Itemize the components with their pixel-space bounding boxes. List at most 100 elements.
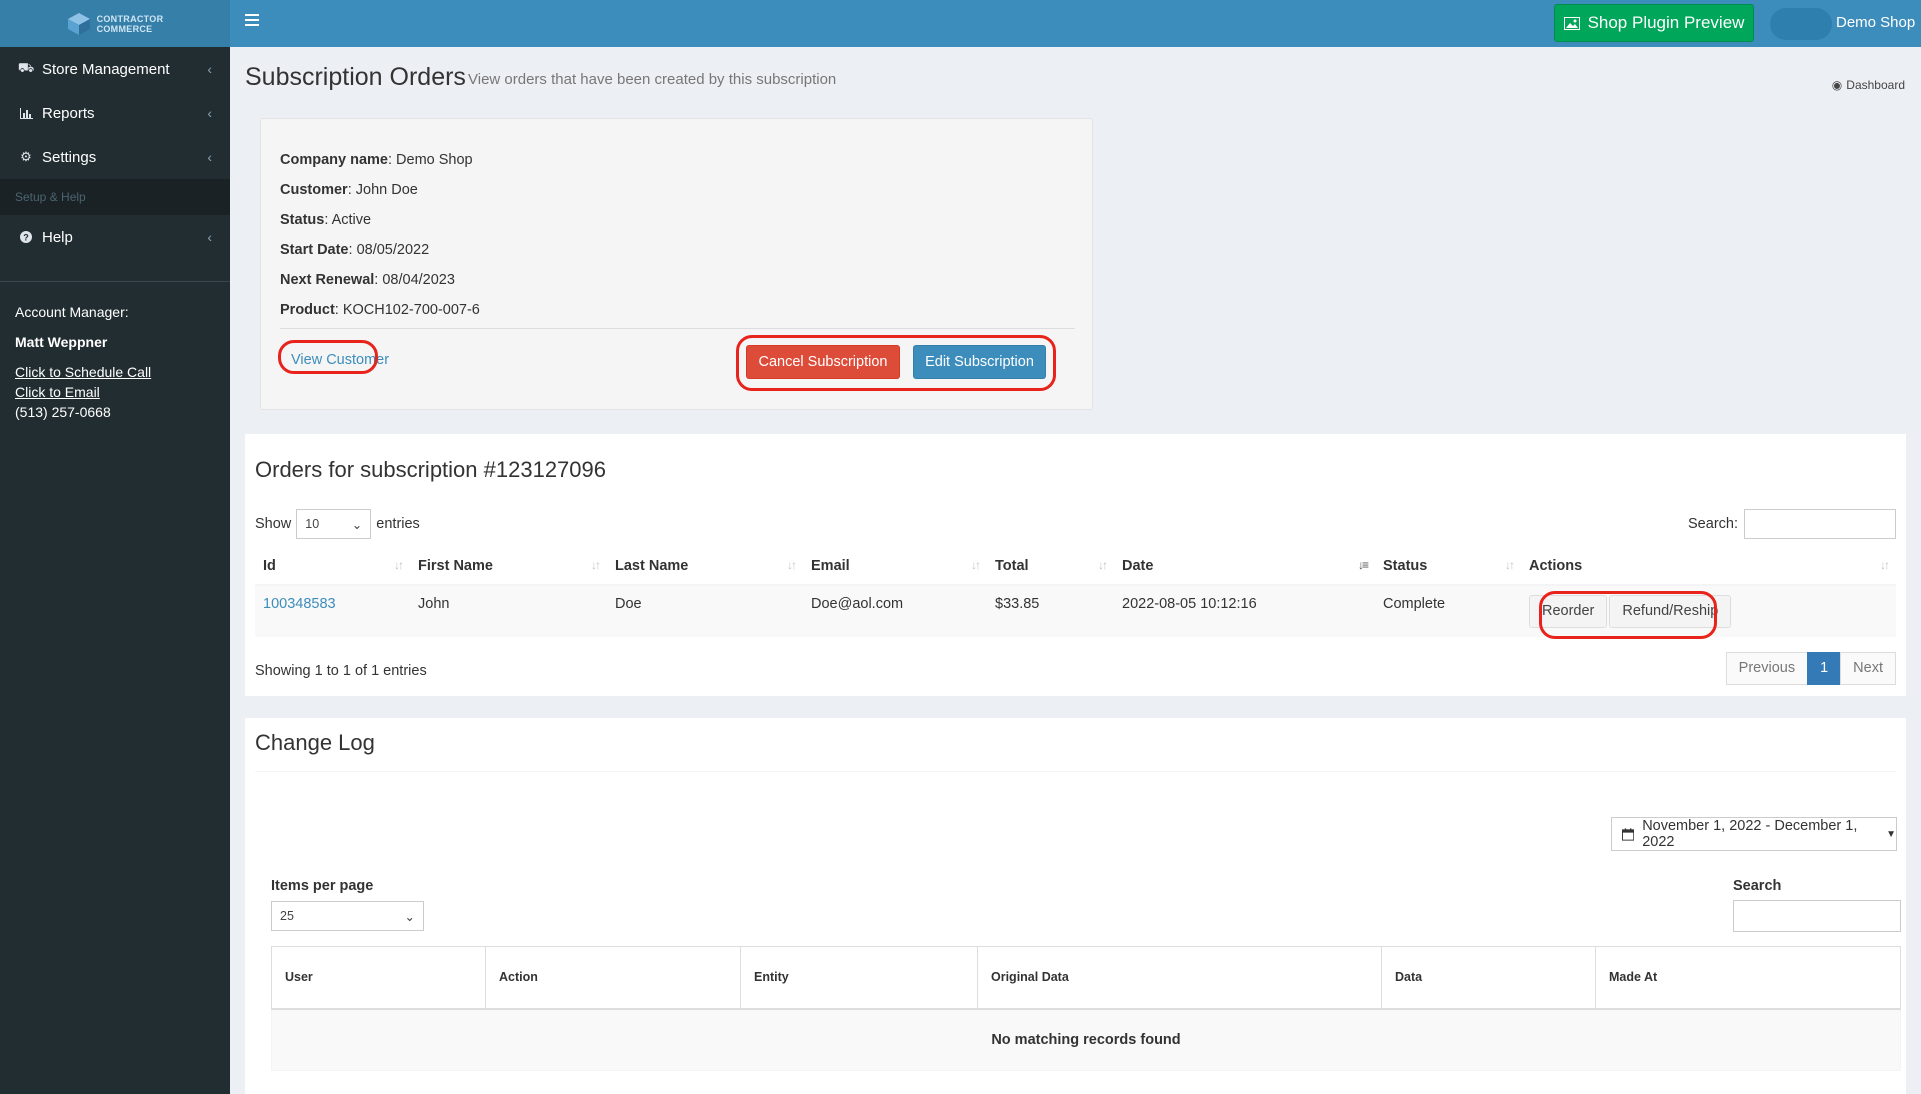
- customer-row: Customer: John Doe: [280, 182, 418, 198]
- user-menu-name[interactable]: Demo Shop: [1836, 14, 1915, 31]
- column-header-date[interactable]: Date ↓≡: [1114, 547, 1375, 586]
- avatar[interactable]: [1770, 8, 1832, 40]
- divider: [280, 328, 1075, 329]
- date-range-picker[interactable]: November 1, 2022 - December 1, 2022 ▼: [1611, 817, 1897, 851]
- start-date-row: Start Date: 08/05/2022: [280, 242, 430, 258]
- sidebar-item-reports[interactable]: Reports ‹: [0, 91, 230, 135]
- main-content: Subscription Orders View orders that hav…: [230, 47, 1921, 1094]
- menu-toggle-icon[interactable]: [245, 14, 259, 26]
- column-header-email[interactable]: Email ↓↑: [803, 547, 987, 586]
- chevron-down-icon: ⌄: [351, 517, 363, 532]
- column-header-user[interactable]: User: [271, 946, 486, 1010]
- sidebar: CONTRACTOR COMMERCE ⛟ Store Management ‹…: [0, 0, 230, 1094]
- reorder-button[interactable]: Reorder: [1529, 595, 1608, 628]
- chevron-left-icon: ‹: [207, 61, 212, 77]
- items-per-page-value: 25: [280, 909, 294, 923]
- cancel-subscription-button[interactable]: Cancel Subscription: [746, 345, 900, 379]
- sidebar-item-label: Reports: [42, 104, 95, 122]
- image-icon: [1563, 16, 1580, 30]
- column-header-status[interactable]: Status ↓↑: [1375, 547, 1521, 586]
- sidebar-item-store-management[interactable]: ⛟ Store Management ‹: [0, 47, 230, 91]
- account-manager-name: Matt Weppner: [15, 334, 108, 350]
- top-navbar: Shop Plugin Preview Demo Shop: [230, 0, 1921, 47]
- caret-down-icon: ▼: [1886, 828, 1896, 840]
- status-row: Status: Active: [280, 212, 372, 228]
- account-manager-phone: (513) 257-0668: [15, 404, 111, 420]
- column-header-original-data[interactable]: Original Data: [977, 946, 1382, 1010]
- account-manager-title: Account Manager:: [15, 304, 129, 320]
- sort-icon: ↓↑: [1880, 558, 1890, 572]
- sidebar-item-label: Settings: [42, 148, 97, 166]
- change-log-title: Change Log: [255, 730, 375, 755]
- next-page-button[interactable]: Next: [1840, 652, 1896, 685]
- cell-last-name: Doe: [607, 584, 803, 637]
- date-range-value: November 1, 2022 - December 1, 2022: [1642, 818, 1858, 850]
- chevron-left-icon: ‹: [207, 149, 212, 165]
- account-manager: Account Manager: Matt Weppner Click to S…: [0, 282, 230, 422]
- pagination: Previous 1 Next: [1725, 652, 1896, 685]
- previous-page-button[interactable]: Previous: [1725, 652, 1809, 685]
- column-header-action[interactable]: Action: [485, 946, 741, 1010]
- page-1-button[interactable]: 1: [1807, 652, 1842, 685]
- next-renewal-row: Next Renewal: 08/04/2023: [280, 272, 455, 288]
- order-id-link[interactable]: 100348583: [263, 596, 336, 612]
- table-row: No matching records found: [271, 1008, 1901, 1071]
- entries-label: entries: [376, 516, 420, 532]
- sort-icon: ↓↑: [971, 558, 981, 572]
- cell-first-name: John: [410, 584, 607, 637]
- shop-plugin-preview-button[interactable]: Shop Plugin Preview: [1554, 4, 1754, 42]
- column-header-actions[interactable]: Actions ↓↑: [1521, 547, 1896, 586]
- breadcrumb[interactable]: ◉ Dashboard: [1832, 78, 1905, 92]
- search-input[interactable]: [1744, 509, 1896, 539]
- edit-subscription-button[interactable]: Edit Subscription: [913, 345, 1046, 379]
- column-header-first-name[interactable]: First Name ↓↑: [410, 547, 607, 586]
- dashboard-icon: ◉: [1831, 78, 1843, 92]
- column-header-total[interactable]: Total ↓↑: [987, 547, 1114, 586]
- schedule-call-link[interactable]: Click to Schedule Call: [15, 362, 215, 382]
- chevron-down-icon: ⌄: [404, 909, 415, 924]
- sidebar-section-header: Setup & Help: [0, 179, 230, 215]
- page-subtitle: View orders that have been created by th…: [468, 71, 837, 88]
- cube-logo-icon: [67, 12, 90, 35]
- product-row: Product: KOCH102-700-007-6: [280, 302, 480, 318]
- change-log-search-label: Search: [1733, 878, 1782, 894]
- sort-icon: ↓↑: [394, 558, 404, 572]
- chevron-left-icon: ‹: [207, 105, 212, 121]
- cell-status: Complete: [1375, 584, 1521, 637]
- sidebar-item-label: Store Management: [42, 60, 170, 78]
- refund-reship-button[interactable]: Refund/Reship: [1609, 595, 1732, 628]
- orders-table: Id ↓↑ First Name ↓↑ Last Name ↓↑ Email ↓↑ To…: [255, 547, 1896, 637]
- brand-line-2: COMMERCE: [96, 23, 153, 34]
- sidebar-item-help[interactable]: ? Help ‹: [0, 215, 230, 259]
- column-header-entity[interactable]: Entity: [740, 946, 978, 1010]
- search-label: Search:: [1688, 516, 1738, 532]
- brand-logo[interactable]: CONTRACTOR COMMERCE: [0, 0, 230, 47]
- items-per-page-label: Items per page: [271, 878, 374, 894]
- page-size-select[interactable]: 10 ⌄: [296, 509, 372, 539]
- sort-icon: ↓↑: [1098, 558, 1108, 572]
- svg-text:?: ?: [23, 233, 29, 243]
- question-circle-icon: ?: [18, 231, 34, 243]
- show-label: Show: [255, 516, 292, 532]
- cell-total: $33.85: [987, 584, 1114, 637]
- column-header-made-at[interactable]: Made At: [1595, 946, 1901, 1010]
- sort-icon: ↓↑: [787, 558, 797, 572]
- change-log-panel: Change Log November 1, 2022 - December 1…: [245, 715, 1906, 1094]
- email-link[interactable]: Click to Email: [15, 382, 215, 402]
- change-log-table: User Action Entity Original Data Data Ma…: [271, 946, 1901, 1071]
- change-log-search-input[interactable]: [1733, 900, 1901, 932]
- sort-icon: ↓↑: [1505, 558, 1515, 572]
- items-per-page-select[interactable]: 25 ⌄: [271, 901, 424, 931]
- view-customer-button[interactable]: View Customer: [291, 352, 389, 368]
- cell-date: 2022-08-05 10:12:16: [1114, 584, 1375, 637]
- column-header-last-name[interactable]: Last Name ↓↑: [607, 547, 803, 586]
- column-header-id[interactable]: Id ↓↑: [255, 547, 410, 586]
- bar-chart-icon: [18, 107, 34, 119]
- chevron-left-icon: ‹: [207, 229, 212, 245]
- sort-icon: ↓↑: [591, 558, 601, 572]
- table-row: 100348583 John Doe Doe@aol.com $33.85 20…: [255, 584, 1896, 637]
- breadcrumb-dashboard: Dashboard: [1846, 78, 1905, 92]
- sidebar-item-settings[interactable]: ⚙ Settings ‹: [0, 135, 230, 179]
- column-header-data[interactable]: Data: [1381, 946, 1596, 1010]
- page-size-value: 10: [305, 517, 320, 531]
